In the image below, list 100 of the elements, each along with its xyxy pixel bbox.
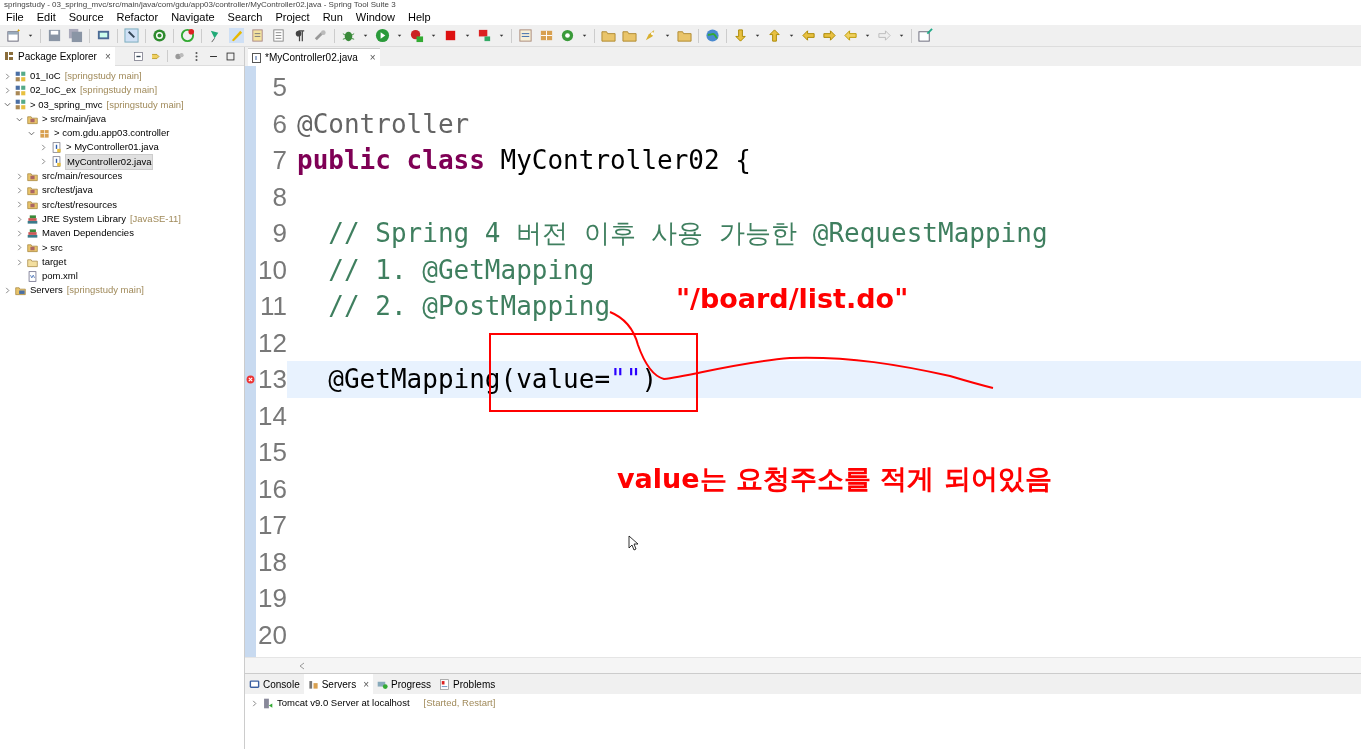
source-folder-icon (27, 170, 38, 182)
document-icon[interactable] (250, 28, 265, 43)
menu-item[interactable]: Edit (36, 8, 56, 26)
tree-item[interactable]: target (41, 254, 68, 270)
tree-item[interactable]: > src (41, 240, 64, 255)
tree-item[interactable]: > 03_spring_mvc (29, 97, 104, 112)
caret-icon[interactable] (27, 32, 34, 39)
tree-item[interactable]: 01_IoC (29, 69, 62, 84)
source-folder-icon (27, 199, 38, 211)
package-explorer-tab[interactable]: Package Explorer × (0, 46, 115, 66)
tree-item[interactable]: 02_IoC_ex (29, 83, 77, 98)
java-file-icon (252, 52, 261, 63)
caret-icon[interactable] (430, 32, 437, 39)
menu-item[interactable]: Help (408, 8, 431, 26)
package-icon (39, 127, 50, 139)
scroll-left-icon[interactable] (299, 661, 305, 670)
source-folder-icon (27, 242, 38, 254)
collapse-all-icon[interactable] (133, 50, 144, 62)
line-number: 19 (258, 582, 287, 615)
project-icon (15, 99, 26, 111)
play-icon[interactable] (375, 28, 390, 43)
tree-item[interactable]: Servers (29, 283, 64, 298)
line-number: 9 (272, 217, 287, 250)
menu-item[interactable]: Refactor (116, 8, 159, 26)
caret-icon[interactable] (498, 32, 505, 39)
tree-item[interactable]: src/test/java (41, 183, 94, 198)
servers-folder-icon (15, 285, 26, 297)
folder-icon[interactable] (677, 28, 692, 43)
back-edit-icon[interactable] (801, 28, 816, 43)
menu-item[interactable]: Project (275, 8, 310, 26)
save-icon[interactable] (47, 28, 62, 43)
filter-icon[interactable] (174, 50, 185, 62)
line-number: 11 (260, 290, 287, 323)
caret-icon[interactable] (864, 32, 871, 39)
panel-tab[interactable]: Servers × (303, 674, 373, 694)
tree-item[interactable]: > com.gdu.app03.controller (53, 126, 171, 141)
maximize-icon[interactable] (225, 50, 236, 62)
run-config-icon[interactable] (409, 28, 424, 43)
line-number: 15 (258, 436, 287, 469)
stop-icon[interactable] (443, 28, 458, 43)
back-icon[interactable] (843, 28, 858, 43)
cursor-toggle-icon[interactable] (124, 28, 139, 43)
tree-item-decoration: [springstudy main] (66, 283, 144, 298)
power-icon[interactable] (152, 28, 167, 43)
menu-item[interactable]: Search (227, 8, 263, 26)
cog-icon[interactable] (560, 28, 575, 43)
tree-item[interactable]: > MyController01.java (65, 140, 160, 155)
caret-icon[interactable] (788, 32, 795, 39)
server-item[interactable]: Tomcat v9.0 Server at localhost (277, 695, 410, 711)
code-line: // 2. @PostMapping (327, 290, 611, 323)
code-line: @Controller (296, 107, 470, 141)
line-number: 14 (258, 399, 287, 433)
tools-icon[interactable] (313, 28, 328, 43)
flag-icon[interactable] (477, 28, 492, 43)
tree-item[interactable]: > src/main/java (41, 111, 108, 127)
menu-item[interactable]: File (6, 8, 24, 26)
tree-item[interactable]: src/test/resources (41, 197, 118, 212)
list-icon[interactable] (271, 28, 286, 43)
panel-tab[interactable]: Console (245, 674, 304, 694)
tree-item[interactable]: JRE System Library (41, 211, 127, 227)
horizontal-scrollbar[interactable] (245, 657, 1361, 673)
caret-icon[interactable] (664, 32, 671, 39)
project-icon (15, 84, 26, 96)
folder-icon[interactable] (601, 28, 616, 43)
problems-icon (439, 678, 450, 690)
panel-tab[interactable]: Progress (373, 674, 435, 694)
caret-icon[interactable] (898, 32, 905, 39)
tree-item[interactable]: pom.xml (41, 269, 79, 284)
tree-item[interactable]: MyController02.java (65, 153, 154, 171)
line-number: 12 (258, 326, 287, 360)
java-file-icon (51, 156, 62, 168)
menu-item[interactable]: Run (322, 8, 343, 26)
open-type-icon[interactable] (518, 28, 533, 43)
folder-icon[interactable] (622, 28, 637, 43)
save-all-icon[interactable] (68, 28, 83, 43)
line-number: 5 (272, 71, 287, 104)
editor-tab[interactable]: *MyController02.java × (248, 48, 380, 66)
refresh-icon[interactable] (180, 28, 195, 43)
globe-icon[interactable] (705, 28, 720, 43)
line-number: 8 (272, 180, 287, 214)
package-icon[interactable] (539, 28, 554, 43)
menu-item[interactable]: Navigate (171, 8, 215, 26)
up-arrow-icon[interactable] (767, 28, 782, 43)
panel-tab[interactable]: Problems (435, 674, 500, 694)
down-arrow-icon[interactable] (733, 28, 748, 43)
caret-icon[interactable] (754, 32, 761, 39)
caret-icon[interactable] (362, 32, 369, 39)
caret-icon[interactable] (396, 32, 403, 39)
caret-icon[interactable] (464, 32, 471, 39)
tree-item[interactable]: src/main/resources (41, 169, 124, 184)
menu-item[interactable]: Window (355, 8, 395, 26)
menu-item[interactable]: Source (68, 8, 104, 26)
handwritten-note: "/board/list.do" (676, 282, 909, 316)
caret-icon[interactable] (581, 32, 588, 39)
tree-item[interactable]: Maven Dependencies (41, 226, 135, 241)
source-folder-icon (27, 185, 38, 196)
new-icon[interactable] (6, 28, 21, 43)
forward-icon[interactable] (877, 28, 892, 43)
perspective-icon[interactable] (918, 28, 933, 43)
forward-edit-icon[interactable] (822, 28, 837, 43)
